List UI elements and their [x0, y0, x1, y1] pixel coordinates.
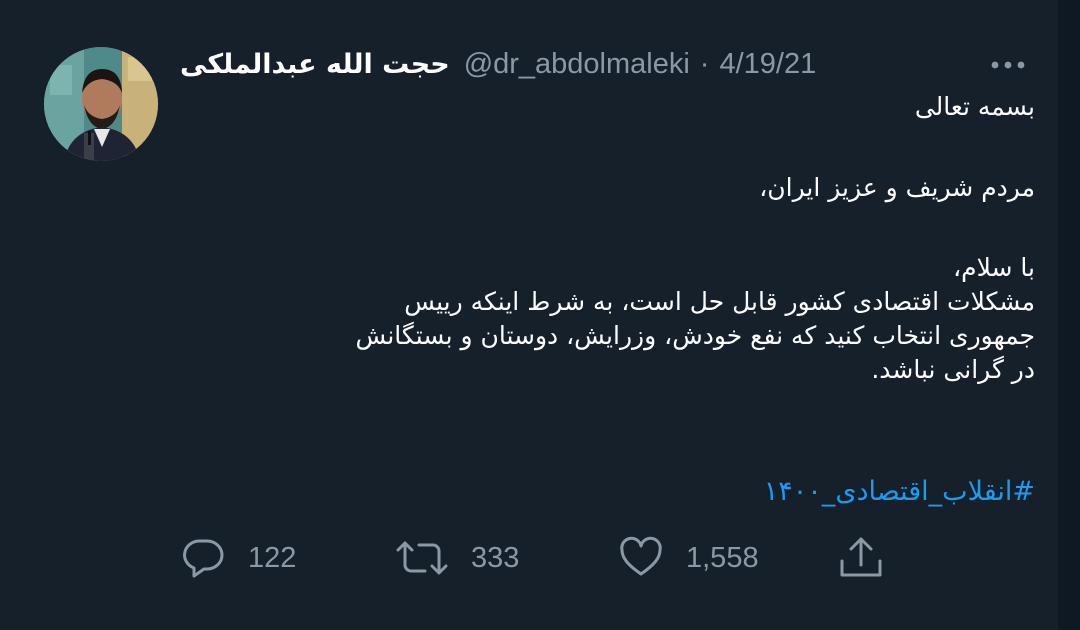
- like-count: 1,558: [686, 541, 759, 574]
- handle[interactable]: @dr_abdolmaleki: [464, 48, 690, 81]
- separator: ·: [699, 47, 710, 80]
- share-button[interactable]: [836, 530, 886, 586]
- tweet-line: بسمه تعالی: [914, 92, 1035, 121]
- heart-icon: [620, 536, 662, 576]
- tweet-screen: حجت الله عبدالملکی @dr_abdolmaleki · 4/1…: [0, 0, 1080, 630]
- tweet-text: بسمه تعالی مردم شریف و عزیز ایران، با سل…: [150, 90, 1035, 387]
- display-name[interactable]: حجت الله عبدالملکی: [180, 49, 450, 80]
- hashtag-link[interactable]: #انقلاب_اقتصادی_۱۴۰۰: [620, 476, 1035, 507]
- reply-button[interactable]: 122: [180, 530, 296, 586]
- tweet-header: حجت الله عبدالملکی @dr_abdolmaleki · 4/1…: [180, 42, 816, 86]
- action-bar: 122 333 1,558: [0, 530, 1080, 586]
- retweet-count: 333: [471, 541, 520, 574]
- tweet-line: جمهوری انتخاب کنید که نفع خودش، وزرایش، …: [355, 321, 1035, 350]
- tweet-date[interactable]: 4/19/21: [719, 48, 816, 81]
- more-dots-icon: [991, 61, 1025, 69]
- avatar[interactable]: [44, 47, 158, 161]
- tweet-line: با سلام،: [953, 253, 1035, 282]
- like-button[interactable]: 1,558: [618, 530, 759, 586]
- tweet-line: مردم شریف و عزیز ایران،: [759, 173, 1035, 202]
- avatar-image: [44, 47, 158, 161]
- tweet-line: در گرانی نباشد.: [871, 355, 1035, 384]
- retweet-button[interactable]: 333: [395, 530, 519, 586]
- reply-bubble-icon: [183, 539, 224, 578]
- more-button[interactable]: [986, 50, 1036, 80]
- retweet-icon: [396, 541, 448, 575]
- reply-count: 122: [248, 541, 297, 574]
- share-icon: [840, 537, 882, 577]
- tweet-line: مشکلات اقتصادی کشور قابل حل است، به شرط …: [404, 287, 1035, 316]
